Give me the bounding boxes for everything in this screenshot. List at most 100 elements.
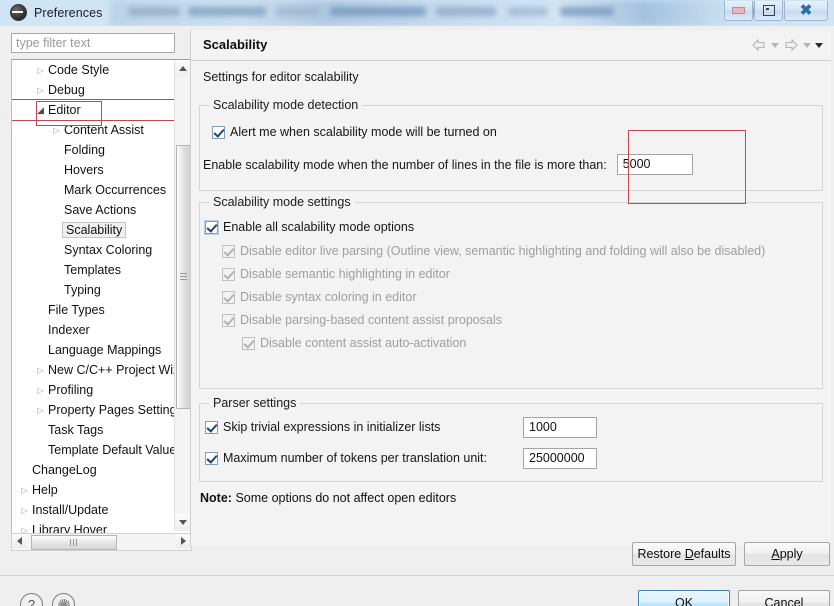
apply-label: Apply — [771, 547, 803, 561]
alert-scalability-checkbox[interactable] — [212, 125, 225, 139]
back-history-chevron-down-icon[interactable] — [771, 42, 779, 48]
line-threshold-input[interactable]: 5000 — [616, 154, 693, 175]
sidebar-item-label: Language Mappings — [48, 343, 162, 357]
sidebar-item-indexer[interactable]: Indexer — [12, 320, 174, 340]
preferences-tree-panel: type filter text ▷ Code Style ▷ Debug ◢ Edito… — [8, 30, 192, 551]
chevron-right-icon[interactable]: ▷ — [50, 126, 63, 135]
chevron-down-icon[interactable]: ◢ — [34, 105, 47, 116]
sidebar-item-label: Content Assist — [64, 123, 144, 137]
sidebar-item-changelog[interactable]: ChangeLog — [12, 460, 174, 480]
sidebar-item-hovers[interactable]: Hovers — [12, 160, 174, 180]
chevron-right-icon[interactable]: ▷ — [18, 486, 31, 495]
alert-scalability-checkbox-row[interactable]: Alert me when scalability mode will be t… — [212, 125, 497, 139]
group-legend-detection: Scalability mode detection — [209, 98, 363, 112]
scroll-right-arrow-icon[interactable] — [176, 534, 191, 548]
close-button[interactable]: ✖ — [784, 1, 828, 21]
title-bar[interactable]: Preferences ✖ — [0, 0, 834, 26]
scalability-option-checkbox — [222, 313, 235, 327]
parser-setting-label: Skip trivial expressions in initializer … — [223, 420, 441, 434]
sidebar-item-label: Syntax Coloring — [64, 243, 153, 257]
scalability-option-row: Disable syntax coloring in editor — [222, 290, 416, 304]
sidebar-item-help[interactable]: ▷ Help — [12, 480, 174, 500]
search-input[interactable]: type filter text — [11, 33, 175, 53]
gear-icon[interactable] — [52, 593, 75, 606]
chevron-right-icon[interactable]: ▷ — [18, 506, 31, 515]
question-mark-icon[interactable]: ? — [20, 593, 43, 606]
view-menu-chevron-down-icon[interactable] — [815, 42, 823, 48]
sidebar-item-label: File Types — [48, 303, 105, 317]
sidebar-item-property-pages-settings[interactable]: ▷ Property Pages Settings — [12, 400, 174, 420]
sidebar-item-mark-occurrences[interactable]: Mark Occurrences — [12, 180, 174, 200]
chevron-right-icon[interactable]: ▷ — [34, 366, 47, 375]
sidebar-item-file-types[interactable]: File Types — [12, 300, 174, 320]
forward-arrow-icon[interactable] — [783, 38, 799, 52]
chevron-right-icon[interactable]: ▷ — [34, 386, 47, 395]
minimize-button[interactable] — [724, 1, 753, 21]
parser-setting-checkbox[interactable] — [205, 451, 218, 465]
sidebar-item-library-hover[interactable]: ▷ Library Hover — [12, 520, 174, 533]
parser-setting-input[interactable]: 1000 — [523, 416, 597, 438]
sidebar-item-editor[interactable]: ◢ Editor — [12, 99, 174, 121]
scalability-option-row: Disable content assist auto-activation — [242, 336, 466, 350]
cancel-button[interactable]: Cancel — [738, 590, 830, 606]
sidebar-item-label: Install/Update — [32, 503, 109, 517]
sidebar-item-new-c-c-project-wizard[interactable]: ▷New C/C++ Project Wizard — [12, 360, 174, 380]
sidebar-item-label: Folding — [64, 143, 105, 157]
sidebar-item-profiling[interactable]: ▷ Profiling — [12, 380, 174, 400]
sidebar-item-task-tags[interactable]: Task Tags — [12, 420, 174, 440]
ok-button[interactable]: OK — [638, 590, 730, 606]
sidebar-item-templates[interactable]: Templates — [12, 260, 174, 280]
sidebar-item-install-update[interactable]: ▷ Install/Update — [12, 500, 174, 520]
tree-horizontal-scrollbar[interactable] — [11, 533, 192, 551]
preferences-tree[interactable]: ▷ Code Style ▷ Debug ◢ Editor ▷ Content Assist … — [11, 59, 192, 534]
sidebar-item-code-style[interactable]: ▷ Code Style — [12, 60, 174, 80]
chevron-right-icon[interactable]: ▷ — [34, 406, 47, 415]
enable-all-options-checkbox-row[interactable]: Enable all scalability mode options — [205, 220, 414, 234]
parser-setting-label: Maximum number of tokens per translation… — [223, 451, 488, 465]
tree-horizontal-scroll-thumb[interactable] — [31, 535, 117, 550]
chevron-right-icon[interactable]: ▷ — [18, 526, 31, 534]
sidebar-item-debug[interactable]: ▷ Debug — [12, 80, 174, 100]
apply-button[interactable]: Apply — [744, 542, 830, 566]
window-title: Preferences — [34, 5, 103, 20]
restore-defaults-label: Restore Defaults — [637, 547, 731, 561]
scroll-down-arrow-icon[interactable] — [175, 514, 191, 531]
sidebar-item-content-assist[interactable]: ▷ Content Assist — [12, 120, 174, 140]
scalability-option-checkbox — [222, 244, 235, 258]
scalability-option-row: Disable editor live parsing (Outline vie… — [222, 244, 765, 258]
maximize-button[interactable] — [754, 1, 783, 21]
sidebar-item-language-mappings[interactable]: Language Mappings — [12, 340, 174, 360]
sidebar-item-typing[interactable]: Typing — [12, 280, 174, 300]
sidebar-item-save-actions[interactable]: Save Actions — [12, 200, 174, 220]
forward-history-chevron-down-icon[interactable] — [803, 42, 811, 48]
restore-defaults-button[interactable]: Restore Defaults — [632, 542, 736, 566]
back-arrow-icon[interactable] — [751, 38, 767, 52]
scroll-up-arrow-icon[interactable] — [175, 60, 191, 77]
chevron-right-icon[interactable]: ▷ — [34, 66, 47, 75]
scalability-option-label: Disable editor live parsing (Outline vie… — [240, 244, 766, 258]
scalability-option-checkbox — [242, 336, 255, 350]
sidebar-item-label: Property Pages Settings — [48, 403, 174, 417]
parser-setting-input[interactable]: 25000000 — [523, 447, 597, 469]
scroll-left-arrow-icon[interactable] — [12, 534, 27, 548]
scalability-mode-detection-group: Scalability mode detection Alert me when… — [199, 98, 823, 191]
sidebar-item-syntax-coloring[interactable]: Syntax Coloring — [12, 240, 174, 260]
sidebar-item-scalability[interactable]: Scalability — [12, 220, 174, 240]
chevron-right-icon[interactable]: ▷ — [34, 86, 47, 95]
sidebar-item-label: ChangeLog — [32, 463, 97, 477]
enable-all-options-checkbox[interactable] — [205, 220, 218, 234]
sidebar-item-folding[interactable]: Folding — [12, 140, 174, 160]
window-controls: ✖ — [724, 1, 828, 21]
parser-setting-checkbox[interactable] — [205, 420, 218, 434]
sidebar-item-template-default-values[interactable]: Template Default Values — [12, 440, 174, 460]
sidebar-item-label: Code Style — [48, 63, 110, 77]
tree-vertical-scrollbar[interactable] — [174, 60, 191, 531]
sidebar-item-label: Template Default Values — [48, 443, 174, 457]
